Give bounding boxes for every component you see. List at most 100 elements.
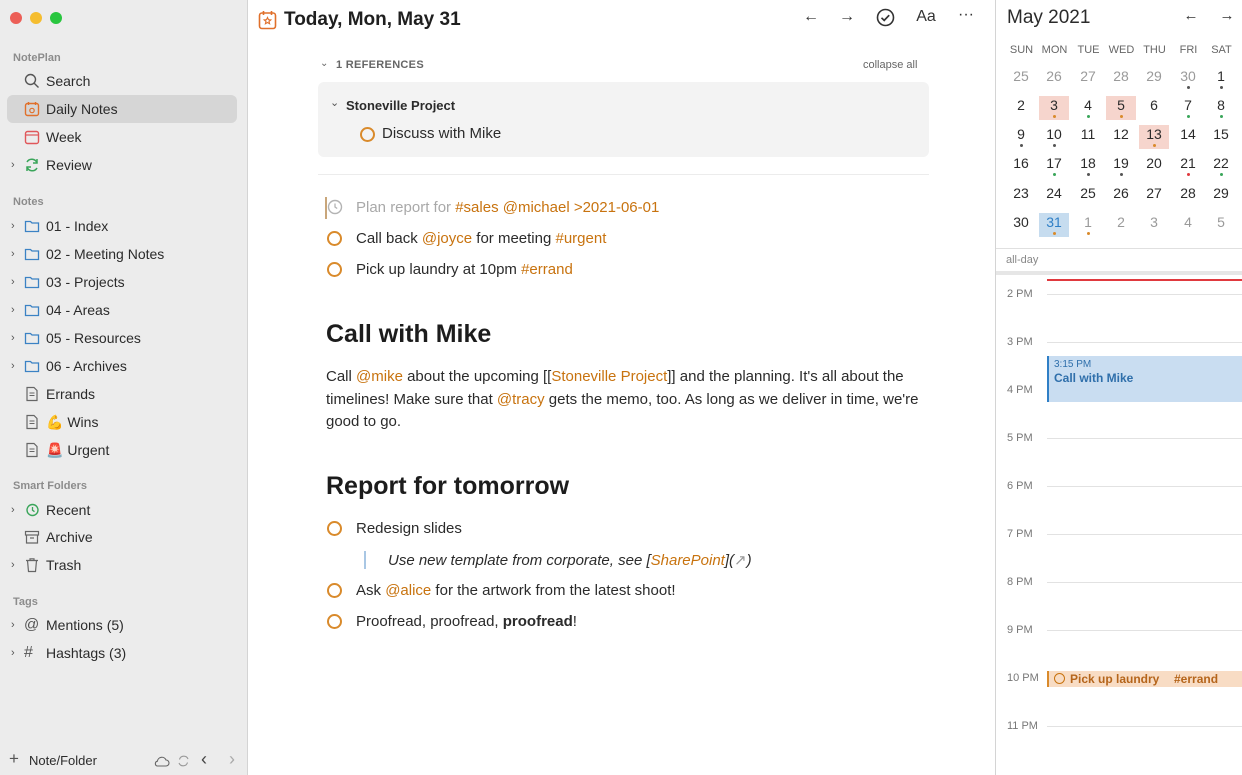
calendar-day[interactable]: 7 — [1173, 96, 1203, 120]
sidebar-note-errands[interactable]: Errands — [7, 380, 237, 408]
calendar-day[interactable]: 3 — [1039, 96, 1069, 120]
chevron-right-icon[interactable]: › — [11, 159, 21, 171]
calendar-event-pick-up-laundry[interactable]: Pick up laundry #errand — [1047, 671, 1242, 687]
chevron-right-icon[interactable]: › — [11, 220, 21, 232]
calendar-day[interactable]: 30 — [1173, 67, 1203, 91]
calendar-day[interactable]: 5 — [1206, 213, 1236, 237]
sidebar-item-mentions[interactable]: › @ Mentions (5) — [7, 611, 237, 639]
mention-tag[interactable]: @tracy — [497, 391, 545, 408]
calendar-day[interactable]: 2 — [1106, 213, 1136, 237]
markdown-link[interactable]: SharePoint — [651, 552, 725, 569]
calendar-day[interactable]: 18 — [1073, 154, 1103, 178]
chevron-right-icon[interactable]: › — [11, 360, 21, 372]
sidebar-item-daily-notes[interactable]: Daily Notes — [7, 95, 237, 123]
calendar-day[interactable]: 28 — [1173, 184, 1203, 208]
external-link-icon[interactable]: ↗ — [734, 552, 747, 569]
chevron-right-icon[interactable]: › — [229, 749, 235, 770]
new-note-folder-button[interactable]: Note/Folder — [29, 753, 97, 768]
check-circle-icon[interactable] — [876, 8, 895, 27]
calendar-day[interactable]: 27 — [1139, 184, 1169, 208]
sidebar-folder-resources[interactable]: › 05 - Resources — [7, 324, 237, 352]
task-tags[interactable]: #sales @michael >2021-06-01 — [455, 199, 659, 216]
task-call-back[interactable]: Call back @joyce for meeting #urgent — [356, 230, 606, 247]
scheduled-clock-icon[interactable] — [327, 199, 343, 215]
close-window-button[interactable] — [10, 12, 22, 24]
chevron-right-icon[interactable]: › — [11, 276, 21, 288]
calendar-day[interactable]: 4 — [1073, 96, 1103, 120]
calendar-day[interactable]: 8 — [1206, 96, 1236, 120]
calendar-day[interactable]: 26 — [1106, 184, 1136, 208]
calendar-day[interactable]: 29 — [1139, 67, 1169, 91]
sidebar-item-archive[interactable]: Archive — [7, 523, 237, 551]
reference-project-title[interactable]: Stoneville Project — [346, 98, 455, 113]
chevron-down-icon[interactable]: ⌄ — [320, 58, 328, 69]
calendar-day[interactable]: 22 — [1206, 154, 1236, 178]
calendar-day[interactable]: 23 — [1006, 184, 1036, 208]
sidebar-item-trash[interactable]: › Trash — [7, 551, 237, 579]
sidebar-folder-meeting-notes[interactable]: › 02 - Meeting Notes — [7, 240, 237, 268]
task-checkbox[interactable] — [327, 583, 342, 598]
calendar-day[interactable]: 13 — [1139, 125, 1169, 149]
calendar-day[interactable]: 15 — [1206, 125, 1236, 149]
calendar-event-call-with-mike[interactable]: 3:15 PM Call with Mike — [1047, 356, 1242, 402]
calendar-day[interactable]: 16 — [1006, 154, 1036, 178]
mention-tag[interactable]: @joyce — [422, 230, 472, 247]
chevron-left-icon[interactable]: ‹ — [201, 749, 207, 770]
chevron-right-icon[interactable]: › — [11, 559, 21, 571]
calendar-day[interactable]: 25 — [1073, 184, 1103, 208]
hashtag[interactable]: #urgent — [555, 230, 606, 247]
arrow-right-icon[interactable]: → — [1218, 7, 1236, 27]
task-laundry[interactable]: Pick up laundry at 10pm #errand — [356, 261, 573, 278]
zoom-window-button[interactable] — [50, 12, 62, 24]
calendar-day[interactable]: 26 — [1039, 67, 1069, 91]
hashtag[interactable]: #errand — [521, 261, 573, 278]
mention-tag[interactable]: @alice — [385, 582, 431, 599]
task-checkbox[interactable] — [1054, 673, 1065, 684]
task-checkbox[interactable] — [327, 521, 342, 536]
calendar-day[interactable]: 3 — [1139, 213, 1169, 237]
sidebar-note-wins[interactable]: 💪 Wins — [7, 408, 237, 436]
more-options-button[interactable]: ··· — [955, 6, 977, 26]
sidebar-folder-index[interactable]: › 01 - Index — [7, 212, 237, 240]
calendar-day[interactable]: 27 — [1073, 67, 1103, 91]
sync-icon[interactable] — [177, 755, 190, 767]
task-ask-alice[interactable]: Ask @alice for the artwork from the late… — [356, 582, 676, 599]
calendar-day[interactable]: 6 — [1139, 96, 1169, 120]
sidebar-folder-areas[interactable]: › 04 - Areas — [7, 296, 237, 324]
reference-task-text[interactable]: Discuss with Mike — [382, 125, 501, 142]
mention-tag[interactable]: @mike — [356, 368, 403, 385]
chevron-right-icon[interactable]: › — [11, 647, 21, 659]
calendar-day[interactable]: 19 — [1106, 154, 1136, 178]
calendar-day[interactable]: 31 — [1039, 213, 1069, 237]
calendar-day[interactable]: 24 — [1039, 184, 1069, 208]
collapse-all-button[interactable]: collapse all — [863, 59, 917, 71]
calendar-day[interactable]: 1 — [1073, 213, 1103, 237]
task-checkbox[interactable] — [327, 262, 342, 277]
task-checkbox[interactable] — [360, 127, 375, 142]
calendar-day[interactable]: 10 — [1039, 125, 1069, 149]
chevron-right-icon[interactable]: › — [11, 619, 21, 631]
cloud-icon[interactable] — [153, 755, 170, 767]
calendar-day[interactable]: 12 — [1106, 125, 1136, 149]
arrow-right-icon[interactable]: → — [838, 8, 856, 28]
sidebar-item-review[interactable]: › Review — [7, 151, 237, 179]
sidebar-item-search[interactable]: Search — [7, 67, 237, 95]
references-count[interactable]: 1 REFERENCES — [336, 59, 424, 71]
plus-icon[interactable]: + — [9, 749, 19, 769]
calendar-day[interactable]: 4 — [1173, 213, 1203, 237]
task-proofread[interactable]: Proofread, proofread, proofread! — [356, 613, 577, 630]
wiki-link[interactable]: Stoneville Project — [551, 368, 667, 385]
chevron-right-icon[interactable]: › — [11, 332, 21, 344]
task-checkbox[interactable] — [327, 231, 342, 246]
calendar-day[interactable]: 20 — [1139, 154, 1169, 178]
calendar-day[interactable]: 14 — [1173, 125, 1203, 149]
sidebar-note-urgent[interactable]: 🚨 Urgent — [7, 436, 237, 464]
chevron-down-icon[interactable]: ⌄ — [330, 96, 339, 109]
minimize-window-button[interactable] — [30, 12, 42, 24]
sidebar-folder-projects[interactable]: › 03 - Projects — [7, 268, 237, 296]
calendar-day[interactable]: 30 — [1006, 213, 1036, 237]
sidebar-item-recent[interactable]: › Recent — [7, 496, 237, 524]
chevron-right-icon[interactable]: › — [11, 248, 21, 260]
chevron-right-icon[interactable]: › — [11, 304, 21, 316]
calendar-day[interactable]: 5 — [1106, 96, 1136, 120]
